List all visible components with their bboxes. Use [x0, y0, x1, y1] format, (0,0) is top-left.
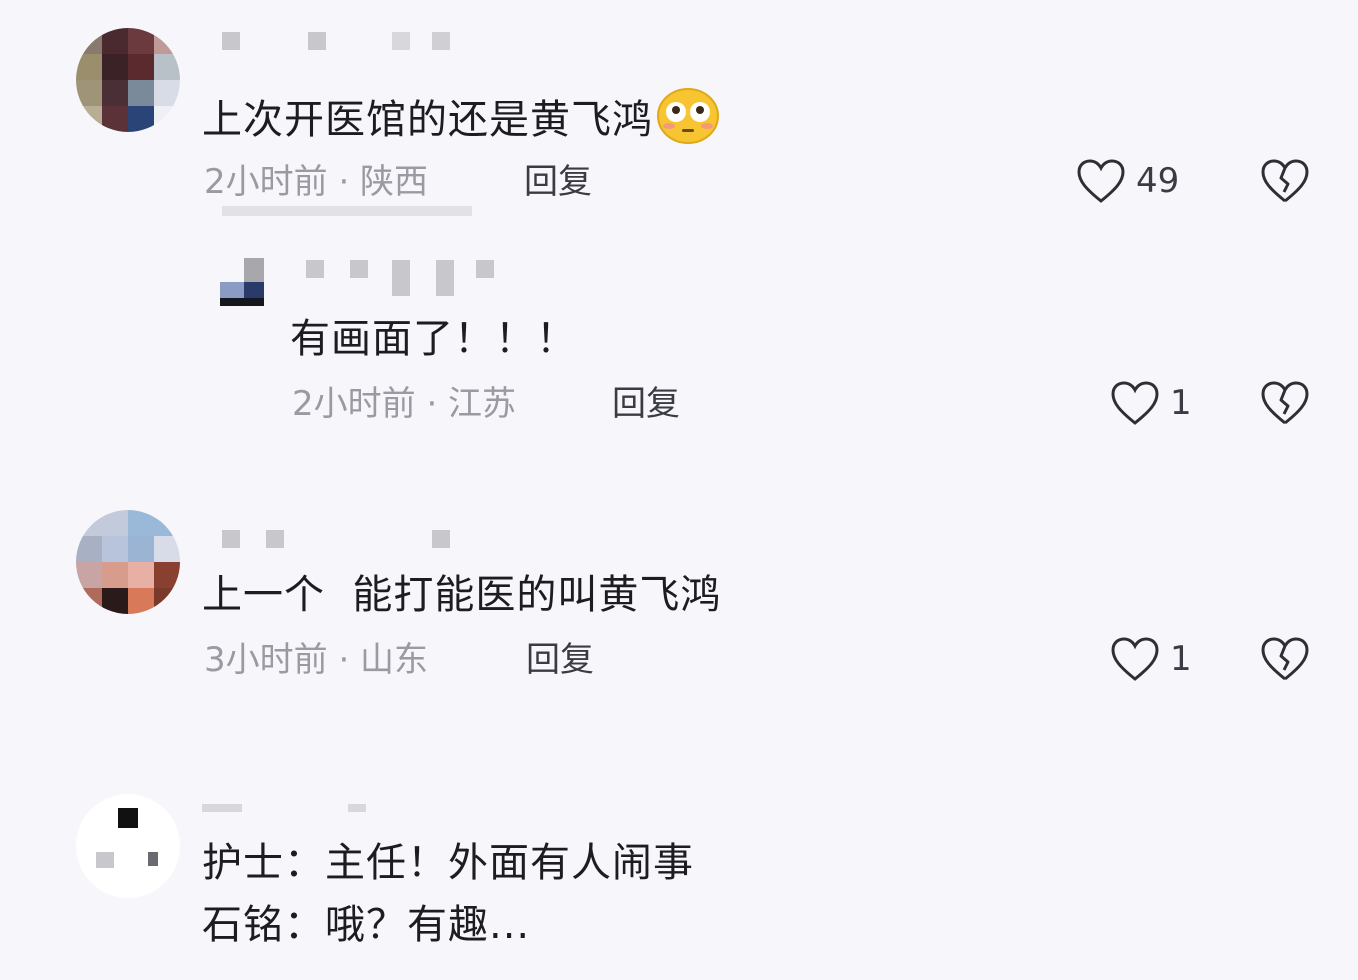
like-button[interactable]: 49 — [1076, 158, 1179, 204]
dislike-button[interactable] — [1260, 158, 1310, 208]
heart-outline-icon — [1111, 381, 1159, 425]
avatar[interactable] — [76, 794, 180, 898]
comment-item: 上次开医馆的还是黄飞鸿 2小时前 · 陕西 回复 49 — [0, 0, 1358, 230]
broken-heart-icon — [1261, 159, 1309, 203]
comment-item: 上一个 能打能医的叫黄飞鸿 3小时前 · 山东 回复 1 — [0, 500, 1358, 730]
username-blurred[interactable] — [202, 804, 382, 824]
flushed-face-emoji-icon — [657, 88, 719, 156]
reply-button[interactable]: 回复 — [524, 162, 592, 202]
avatar[interactable] — [76, 28, 180, 132]
reply-button[interactable]: 回复 — [526, 640, 594, 680]
comment-text: 有画面了！！！ — [290, 316, 577, 362]
avatar[interactable] — [76, 510, 180, 614]
comment-text-line-2: 石铭：哦？有趣... — [202, 902, 531, 948]
username-blurred[interactable] — [222, 32, 462, 52]
like-count: 49 — [1136, 161, 1180, 201]
reply-item: 有画面了！！！ 2小时前 · 江苏 回复 1 — [0, 230, 1358, 450]
comment-text: 上次开医馆的还是黄飞鸿 — [202, 88, 719, 156]
username-blurred[interactable] — [222, 530, 462, 550]
heart-outline-icon — [1111, 637, 1159, 681]
comment-meta: 3小时前 · 山东 — [204, 640, 429, 680]
dislike-button[interactable] — [1260, 380, 1310, 430]
comment-item: 护士：主任！外面有人闹事 石铭：哦？有趣... — [0, 790, 1358, 980]
comment-text-content: 上次开医馆的还是黄飞鸿 — [202, 97, 653, 143]
like-count: 1 — [1170, 639, 1192, 679]
broken-heart-icon — [1261, 637, 1309, 681]
comment-text-line-1: 护士：主任！外面有人闹事 — [202, 840, 694, 886]
reply-button[interactable]: 回复 — [612, 384, 680, 424]
meta-blur-artifact — [222, 206, 472, 216]
avatar[interactable] — [220, 258, 268, 306]
comment-meta: 2小时前 · 江苏 — [292, 384, 517, 424]
comment-text: 上一个 能打能医的叫黄飞鸿 — [202, 572, 722, 618]
like-button[interactable]: 1 — [1110, 636, 1192, 682]
like-button[interactable]: 1 — [1110, 380, 1192, 426]
like-count: 1 — [1170, 383, 1192, 423]
broken-heart-icon — [1261, 381, 1309, 425]
heart-outline-icon — [1077, 159, 1125, 203]
comment-meta: 2小时前 · 陕西 — [204, 162, 429, 202]
dislike-button[interactable] — [1260, 636, 1310, 686]
username-blurred[interactable] — [306, 260, 506, 296]
